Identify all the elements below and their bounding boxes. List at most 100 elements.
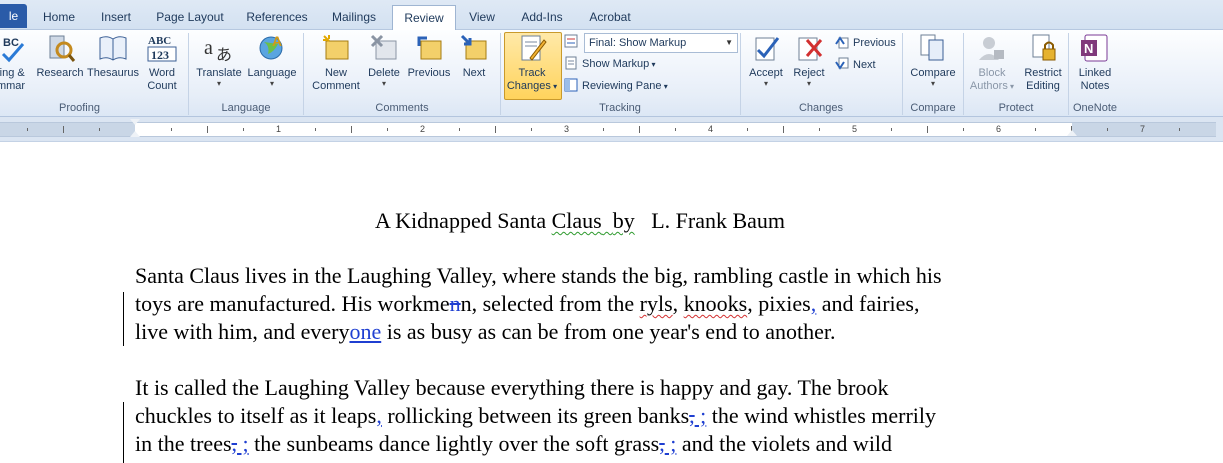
ruler-tick <box>495 126 496 133</box>
thesaurus-label: Thesaurus <box>87 67 139 79</box>
reviewing-pane-button[interactable]: Reviewing Pane ▾ <box>564 77 668 95</box>
show-markup-button[interactable]: Show Markup ▾ <box>564 55 656 73</box>
hanging-indent-marker[interactable] <box>130 131 140 137</box>
restrict-editing-label-2: Editing <box>1026 80 1060 92</box>
thesaurus-button[interactable]: Thesaurus <box>86 32 140 80</box>
tab-review[interactable]: Review <box>392 5 456 30</box>
previous-change-button[interactable]: Previous <box>835 34 896 52</box>
text-run: and the violets and wild <box>676 431 893 456</box>
text-run: , <box>672 291 684 316</box>
title-space-flagged <box>602 208 613 233</box>
research-button[interactable]: Research <box>36 32 84 80</box>
word-count-button[interactable]: ABC 123 Word Count <box>140 32 184 93</box>
comments-group-label: Comments <box>375 102 429 114</box>
language-label: Language <box>247 67 297 79</box>
protect-group-label: Protect <box>998 102 1034 114</box>
compare-label: Compare <box>910 67 956 79</box>
title-claus-flagged: Claus <box>551 208 602 233</box>
inserted-text: ; <box>694 403 707 428</box>
ruler-tick <box>315 128 316 131</box>
tab-page-layout[interactable]: Page Layout <box>150 5 230 29</box>
block-authors-button[interactable]: Block Authors ▾ <box>966 32 1018 93</box>
right-indent-marker[interactable] <box>1067 130 1077 136</box>
translate-button[interactable]: aあ Translate ▾ <box>192 32 246 88</box>
next-comment-button[interactable]: Next <box>454 32 494 80</box>
accept-button[interactable]: Accept ▾ <box>745 32 787 88</box>
ruler-tick <box>783 126 784 133</box>
spelling-grammar-button[interactable]: BC ling & mmar <box>0 32 30 93</box>
ruler-number: 7 <box>1140 124 1146 134</box>
onenote-group-label: OneNote <box>1072 102 1118 114</box>
document-page[interactable]: A Kidnapped Santa Claus by L. Frank Baum… <box>0 142 1223 463</box>
proofing-group-label: Proofing <box>59 102 100 114</box>
previous-change-label: Previous <box>853 37 896 49</box>
new-comment-button[interactable]: New Comment <box>308 32 364 93</box>
language-group: aあ Translate ▾ A Language ▾ Language <box>189 30 303 116</box>
misspelled-word[interactable]: ryls <box>640 291 673 316</box>
protect-group: Block Authors ▾ Restrict Editing Protect <box>964 30 1068 116</box>
changes-group: Accept ▾ Reject ▾ Previous Next Changes <box>741 30 901 116</box>
tab-file[interactable]: le <box>0 4 27 28</box>
ruler-number: 2 <box>420 124 426 134</box>
language-button[interactable]: A Language ▾ <box>245 32 299 88</box>
display-for-review-value: Final: Show Markup <box>589 37 687 49</box>
track-changes-button[interactable]: Track Changes ▾ <box>504 32 560 93</box>
tab-references[interactable]: References <box>240 5 314 29</box>
title-part-1: A Kidnapped Santa <box>375 208 552 233</box>
tab-mailings[interactable]: Mailings <box>322 5 386 29</box>
compare-button[interactable]: Compare ▾ <box>906 32 960 88</box>
title-by-flagged: by <box>612 208 635 233</box>
misspelled-word[interactable]: knooks <box>684 291 748 316</box>
text-run: chuckles to itself as it leaps <box>135 403 377 428</box>
change-bar <box>123 402 124 463</box>
language-group-label: Language <box>221 102 271 114</box>
block-authors-label-2: Authors <box>969 80 1008 92</box>
block-authors-dropdown-icon: ▾ <box>1007 82 1015 91</box>
display-for-review-select[interactable]: Final: Show Markup ▼ <box>584 33 738 53</box>
inserted-text: one <box>349 319 382 344</box>
show-markup-icon <box>564 56 578 70</box>
linked-notes-button[interactable]: N Linked Notes <box>1071 32 1119 93</box>
ruler-tick <box>963 128 964 131</box>
next-change-label: Next <box>853 59 876 71</box>
text-run: , pixies <box>747 291 811 316</box>
translate-label: Translate <box>196 67 242 79</box>
delete-label: Delete <box>368 67 400 79</box>
tab-add-ins[interactable]: Add-Ins <box>512 5 572 29</box>
paragraph-2-line-3: in the trees, ; the sunbeams dance light… <box>135 431 892 457</box>
tab-acrobat[interactable]: Acrobat <box>580 5 640 29</box>
track-changes-label-1: Track <box>518 67 546 79</box>
horizontal-ruler[interactable]: 1 2 3 4 5 6 7 <box>0 117 1223 142</box>
display-for-review-icon-wrap <box>564 33 582 51</box>
text-run: in the trees <box>135 431 232 456</box>
ruler-tick <box>1035 128 1036 131</box>
next-change-button[interactable]: Next <box>835 56 876 74</box>
display-for-review-icon <box>564 34 578 48</box>
ruler-tick <box>639 126 640 133</box>
tab-insert[interactable]: Insert <box>90 5 142 29</box>
translate-dropdown-icon: ▾ <box>216 79 221 88</box>
previous-comment-label: Previous <box>407 67 451 79</box>
change-bar <box>123 292 124 346</box>
restrict-editing-button[interactable]: Restrict Editing <box>1018 32 1068 93</box>
delete-comment-button[interactable]: Delete ▾ <box>364 32 404 88</box>
tab-view[interactable]: View <box>460 5 504 29</box>
restrict-editing-label-1: Restrict <box>1024 67 1062 79</box>
reviewing-pane-label: Reviewing Pane <box>582 80 662 92</box>
language-globe-icon: A <box>256 32 288 64</box>
compare-group: Compare ▾ Compare <box>903 30 963 116</box>
tab-home[interactable]: Home <box>34 5 84 29</box>
ruler-number: 3 <box>564 124 570 134</box>
previous-comment-button[interactable]: Previous <box>404 32 454 80</box>
text-run: the wind whistles merrily <box>706 403 937 428</box>
ruler-tick <box>531 128 532 131</box>
ruler-tick <box>819 128 820 131</box>
ruler-tick <box>351 126 352 133</box>
first-line-indent-marker[interactable] <box>130 119 140 125</box>
reject-label: Reject <box>793 67 825 79</box>
ruler-tick <box>603 128 604 131</box>
previous-change-icon <box>835 35 849 49</box>
block-authors-label-1: Block <box>978 67 1006 79</box>
reject-button[interactable]: Reject ▾ <box>789 32 829 88</box>
paragraph-1-line-1: Santa Claus lives in the Laughing Valley… <box>135 263 942 288</box>
